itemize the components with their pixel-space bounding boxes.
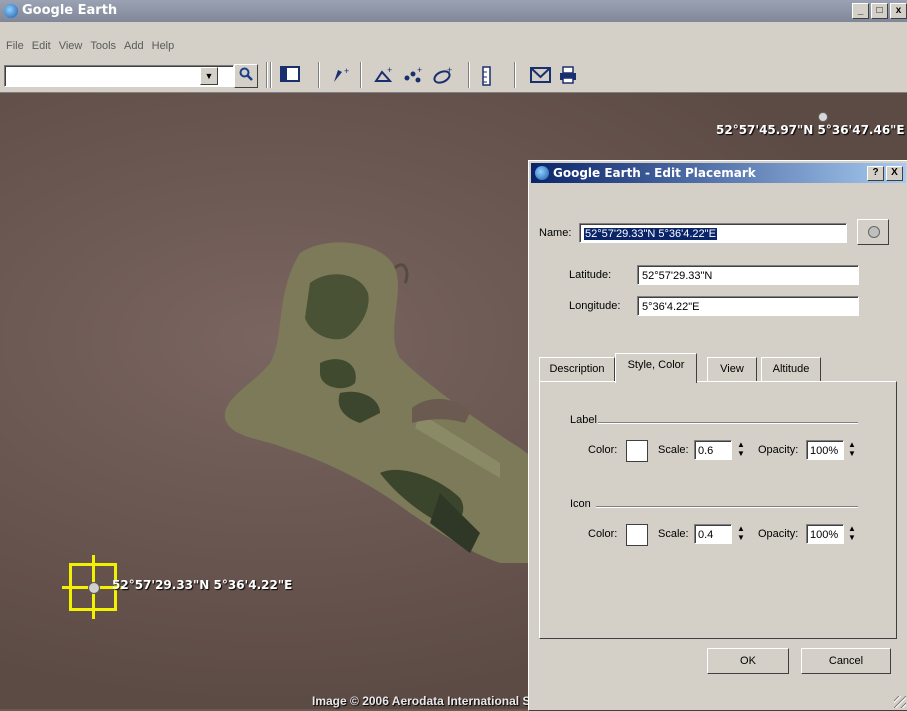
label-opacity-field[interactable]: 100% — [806, 440, 844, 460]
svg-text:+: + — [387, 66, 392, 75]
group-divider — [596, 506, 858, 508]
add-polygon-icon[interactable]: + — [374, 65, 394, 89]
icon-group-title: Icon — [570, 498, 591, 510]
menu-bar: File Edit View Tools Add Help — [0, 22, 907, 56]
app-title: Google Earth — [22, 3, 118, 18]
label-color-swatch[interactable] — [626, 440, 648, 462]
label-scale-field[interactable]: 0.6 — [694, 440, 732, 460]
svg-text:+: + — [344, 66, 349, 76]
style-color-panel: Label Color: Scale: 0.6 ▲ ▼ Opacity: 100%… — [539, 381, 897, 639]
toolbar-separator — [318, 62, 320, 88]
icon-opacity-field[interactable]: 100% — [806, 524, 844, 544]
latitude-field[interactable]: 52°57'29.33"N — [637, 265, 859, 285]
spin-up-icon[interactable]: ▲ — [846, 524, 858, 533]
placemark-label: 52°57'29.33"N 5°36'4.22"E — [112, 578, 293, 592]
ruler-icon[interactable] — [482, 66, 492, 91]
icon-opacity-label: Opacity: — [758, 528, 799, 540]
toolbar-separator — [270, 62, 272, 88]
resize-grip-icon[interactable] — [894, 696, 906, 708]
menu-view[interactable]: View — [59, 40, 83, 52]
icon-scale-label: Scale: — [658, 528, 689, 540]
cancel-button[interactable]: Cancel — [801, 648, 891, 674]
tab-style-color[interactable]: Style, Color — [615, 353, 697, 383]
app-title-bar: Google Earth _ □ x — [0, 0, 907, 22]
name-field[interactable]: 52°57'29.33"N 5°36'4.22"E — [579, 223, 847, 243]
minimize-button[interactable]: _ — [852, 3, 869, 19]
dialog-close-button[interactable]: X — [886, 166, 903, 181]
placemark-pin-icon[interactable] — [818, 112, 828, 122]
toolbar-separator — [266, 62, 268, 88]
group-divider — [598, 422, 858, 424]
placemark-icon[interactable] — [88, 582, 100, 594]
tab-description[interactable]: Description — [539, 357, 615, 381]
label-scale-label: Scale: — [658, 444, 689, 456]
tab-view[interactable]: View — [707, 357, 757, 381]
menu-add[interactable]: Add — [124, 40, 144, 52]
toolbar: ▼ + + + + — [0, 56, 907, 93]
menu-tools[interactable]: Tools — [90, 40, 116, 52]
spin-down-icon[interactable]: ▼ — [735, 533, 747, 542]
icon-color-swatch[interactable] — [626, 524, 648, 546]
icon-opacity-spinner[interactable]: ▲ ▼ — [846, 524, 858, 544]
dialog-title-bar[interactable]: Google Earth - Edit Placemark ? X — [531, 163, 906, 183]
spin-up-icon[interactable]: ▲ — [735, 440, 747, 449]
toolbar-separator — [360, 62, 362, 88]
spin-down-icon[interactable]: ▼ — [846, 449, 858, 458]
print-icon[interactable] — [558, 66, 578, 89]
spin-up-icon[interactable]: ▲ — [735, 524, 747, 533]
menu-file[interactable]: File — [6, 40, 24, 52]
add-path-icon[interactable]: + — [402, 65, 424, 89]
google-earth-icon — [535, 166, 549, 180]
google-earth-icon — [4, 4, 18, 18]
longitude-label: Longitude: — [569, 300, 621, 312]
placemark-icon — [868, 226, 880, 238]
icon-scale-field[interactable]: 0.4 — [694, 524, 732, 544]
label-opacity-label: Opacity: — [758, 444, 799, 456]
icon-color-label: Color: — [588, 528, 618, 540]
maximize-button[interactable]: □ — [871, 3, 888, 19]
label-group-title: Label — [570, 414, 597, 426]
close-button[interactable]: x — [890, 3, 907, 19]
toolbar-separator — [468, 62, 470, 88]
map-coordinate-label: 52°57'45.97"N 5°36'47.46"E — [716, 123, 905, 137]
search-dropdown-button[interactable]: ▼ — [200, 67, 218, 85]
email-icon[interactable] — [530, 66, 552, 89]
add-placemark-icon[interactable]: + — [332, 66, 352, 89]
spin-up-icon[interactable]: ▲ — [846, 440, 858, 449]
longitude-field[interactable]: 5°36'4.22"E — [637, 296, 859, 316]
sidebar-toggle-icon[interactable] — [280, 66, 300, 87]
label-opacity-spinner[interactable]: ▲ ▼ — [846, 440, 858, 460]
ok-button[interactable]: OK — [707, 648, 789, 674]
add-image-overlay-icon[interactable]: + — [432, 65, 454, 89]
edit-placemark-dialog: Google Earth - Edit Placemark ? X Name: … — [528, 160, 907, 711]
label-color-label: Color: — [588, 444, 618, 456]
toolbar-separator — [514, 62, 516, 88]
placemark-icon-button[interactable] — [857, 219, 889, 245]
svg-text:+: + — [417, 66, 422, 75]
icon-scale-spinner[interactable]: ▲ ▼ — [735, 524, 747, 544]
menu-edit[interactable]: Edit — [32, 40, 51, 52]
tab-altitude[interactable]: Altitude — [761, 357, 821, 381]
search-icon — [239, 67, 253, 81]
svg-text:+: + — [447, 66, 452, 75]
spin-down-icon[interactable]: ▼ — [846, 533, 858, 542]
label-scale-spinner[interactable]: ▲ ▼ — [735, 440, 747, 460]
dialog-title: Google Earth - Edit Placemark — [553, 166, 756, 180]
window-controls: _ □ x — [852, 3, 907, 19]
spin-down-icon[interactable]: ▼ — [735, 449, 747, 458]
help-button[interactable]: ? — [867, 166, 884, 181]
latitude-label: Latitude: — [569, 269, 612, 281]
name-value: 52°57'29.33"N 5°36'4.22"E — [584, 228, 717, 240]
search-button[interactable] — [234, 64, 258, 88]
menu-help[interactable]: Help — [152, 40, 175, 52]
name-label: Name: — [539, 227, 572, 239]
